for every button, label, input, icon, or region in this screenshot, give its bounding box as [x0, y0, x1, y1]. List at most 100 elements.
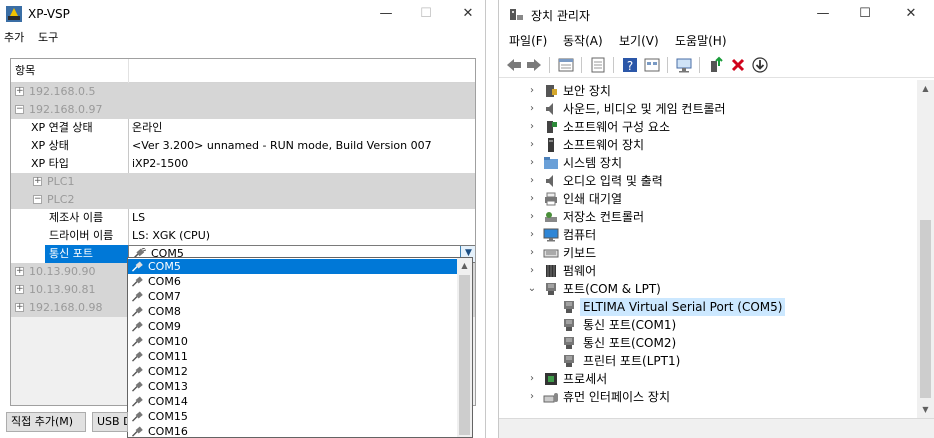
tree-label: 오디오 입력 및 출력: [563, 174, 663, 188]
option-com6[interactable]: COM6: [128, 274, 458, 289]
tree-node-processors[interactable]: › 프로세서: [499, 370, 919, 388]
expand-icon[interactable]: +: [33, 177, 42, 186]
tree-node-software-components[interactable]: › 소프트웨어 구성 요소: [499, 118, 919, 136]
menu-add[interactable]: 추가: [4, 29, 24, 45]
tree-node-computer[interactable]: › 컴퓨터: [499, 226, 919, 244]
tree-node-com1[interactable]: 통신 포트(COM1): [499, 316, 919, 334]
download-icon[interactable]: [751, 56, 769, 74]
close-icon[interactable]: ✕: [458, 4, 478, 24]
tree-node-security-devices[interactable]: › 보안 장치: [499, 82, 919, 100]
show-hidden-icon[interactable]: [643, 56, 661, 74]
menu-action[interactable]: 동작(A): [563, 32, 603, 49]
expand-icon[interactable]: +: [15, 87, 24, 96]
tree-node-system-devices[interactable]: › 시스템 장치: [499, 154, 919, 172]
add-direct-button[interactable]: 직접 추가(M): [6, 412, 86, 432]
device-manager-titlebar[interactable]: 장치 관리자 — ☐ ✕: [499, 0, 934, 28]
chevron-right-icon[interactable]: ›: [527, 389, 537, 405]
chevron-right-icon[interactable]: ›: [527, 245, 537, 261]
forward-arrow-icon[interactable]: [525, 56, 543, 74]
help-icon[interactable]: ?: [621, 56, 639, 74]
maximize-icon[interactable]: ☐: [416, 4, 436, 24]
dropdown-scrollbar[interactable]: ▲: [457, 258, 472, 437]
tree-node-ports[interactable]: ⌄ 포트(COM & LPT): [499, 280, 919, 298]
scan-hardware-icon[interactable]: [675, 56, 693, 74]
tree-node-software-devices[interactable]: › 소프트웨어 장치: [499, 136, 919, 154]
menu-tools[interactable]: 도구: [38, 29, 58, 45]
prop-row-xp-connection[interactable]: XP 연결 상태 온라인: [11, 119, 475, 137]
close-icon[interactable]: ✕: [901, 4, 921, 24]
menu-file[interactable]: 파일(F): [509, 32, 547, 49]
tree-row-ip-5[interactable]: + 192.168.0.5: [11, 83, 475, 101]
prop-label: XP 상태: [31, 139, 69, 152]
scroll-thumb[interactable]: [459, 275, 470, 435]
chevron-right-icon[interactable]: ›: [527, 191, 537, 207]
option-com13[interactable]: COM13: [128, 379, 458, 394]
scroll-up-icon[interactable]: ▲: [457, 258, 472, 273]
collapse-icon[interactable]: −: [15, 105, 24, 114]
chevron-right-icon[interactable]: ›: [527, 227, 537, 243]
device-tree-scrollbar[interactable]: ▲ ▼: [917, 80, 934, 418]
tree-node-storage-controllers[interactable]: › 저장소 컨트롤러: [499, 208, 919, 226]
update-driver-icon[interactable]: [589, 56, 607, 74]
tree-node-keyboards[interactable]: › 키보드: [499, 244, 919, 262]
prop-row-manufacturer[interactable]: 제조사 이름 LS: [11, 209, 475, 227]
tree-node-firmware[interactable]: › 펌웨어: [499, 262, 919, 280]
expand-icon[interactable]: +: [15, 303, 24, 312]
minimize-icon[interactable]: —: [813, 4, 833, 24]
option-com11[interactable]: COM11: [128, 349, 458, 364]
add-driver-icon[interactable]: [707, 56, 725, 74]
scroll-down-icon[interactable]: ▼: [917, 401, 934, 418]
properties-icon[interactable]: [557, 56, 575, 74]
chevron-right-icon[interactable]: ›: [527, 263, 537, 279]
prop-row-xp-status[interactable]: XP 상태 <Ver 3.200> unnamed - RUN mode, Bu…: [11, 137, 475, 155]
chevron-right-icon[interactable]: ›: [527, 137, 537, 153]
tree-node-hid[interactable]: › 휴먼 인터페이스 장치: [499, 388, 919, 406]
tree-row-plc1[interactable]: + PLC1: [11, 173, 475, 191]
minimize-icon[interactable]: —: [376, 4, 396, 24]
option-com7[interactable]: COM7: [128, 289, 458, 304]
tree-node-com2[interactable]: 통신 포트(COM2): [499, 334, 919, 352]
option-com16[interactable]: COM16: [128, 424, 458, 437]
option-com5[interactable]: COM5: [128, 259, 458, 274]
xp-vsp-titlebar[interactable]: XP-VSP — ☐ ✕: [0, 0, 485, 28]
option-com8[interactable]: COM8: [128, 304, 458, 319]
tree-node-sound-video[interactable]: › 사운드, 비디오 및 게임 컨트롤러: [499, 100, 919, 118]
prop-value: iXP2-1500: [132, 157, 189, 170]
maximize-icon[interactable]: ☐: [855, 4, 875, 24]
chevron-right-icon[interactable]: ›: [527, 209, 537, 225]
header-item[interactable]: 항목: [11, 59, 35, 83]
chevron-right-icon[interactable]: ›: [527, 119, 537, 135]
expand-icon[interactable]: +: [15, 267, 24, 276]
chevron-down-icon[interactable]: ⌄: [527, 281, 537, 297]
back-arrow-icon[interactable]: [505, 56, 523, 74]
comm-port-dropdown-list[interactable]: COM5 COM6 COM7 COM8 COM9 COM10 COM11 COM…: [127, 257, 473, 438]
tree-row-plc2[interactable]: − PLC2: [11, 191, 475, 209]
tree-node-audio-io[interactable]: › 오디오 입력 및 출력: [499, 172, 919, 190]
option-com14[interactable]: COM14: [128, 394, 458, 409]
menu-view[interactable]: 보기(V): [619, 32, 659, 49]
tree-node-lpt1[interactable]: 프린터 포트(LPT1): [499, 352, 919, 370]
tree-node-print-queues[interactable]: › 인쇄 대기열: [499, 190, 919, 208]
collapse-icon[interactable]: −: [33, 195, 42, 204]
option-com15[interactable]: COM15: [128, 409, 458, 424]
tree-row-ip-97[interactable]: − 192.168.0.97: [11, 101, 475, 119]
option-com10[interactable]: COM10: [128, 334, 458, 349]
usb-button[interactable]: USB D: [92, 412, 128, 432]
menu-help[interactable]: 도움말(H): [675, 32, 727, 49]
chevron-right-icon[interactable]: ›: [527, 155, 537, 171]
option-com9[interactable]: COM9: [128, 319, 458, 334]
chevron-right-icon[interactable]: ›: [527, 173, 537, 189]
prop-row-driver[interactable]: 드라이버 이름 LS: XGK (CPU): [11, 227, 475, 245]
uninstall-icon[interactable]: [729, 56, 747, 74]
option-com12[interactable]: COM12: [128, 364, 458, 379]
chevron-right-icon[interactable]: ›: [527, 83, 537, 99]
chevron-right-icon[interactable]: ›: [527, 101, 537, 117]
tree-node-eltima-com5[interactable]: ELTIMA Virtual Serial Port (COM5): [499, 298, 919, 316]
chevron-right-icon[interactable]: ›: [527, 371, 537, 387]
header-value[interactable]: [129, 59, 133, 83]
expand-icon[interactable]: +: [15, 285, 24, 294]
scroll-up-icon[interactable]: ▲: [917, 80, 934, 97]
scroll-thumb[interactable]: [920, 220, 931, 398]
prop-row-xp-type[interactable]: XP 타입 iXP2-1500: [11, 155, 475, 173]
status-bar: [499, 418, 934, 438]
